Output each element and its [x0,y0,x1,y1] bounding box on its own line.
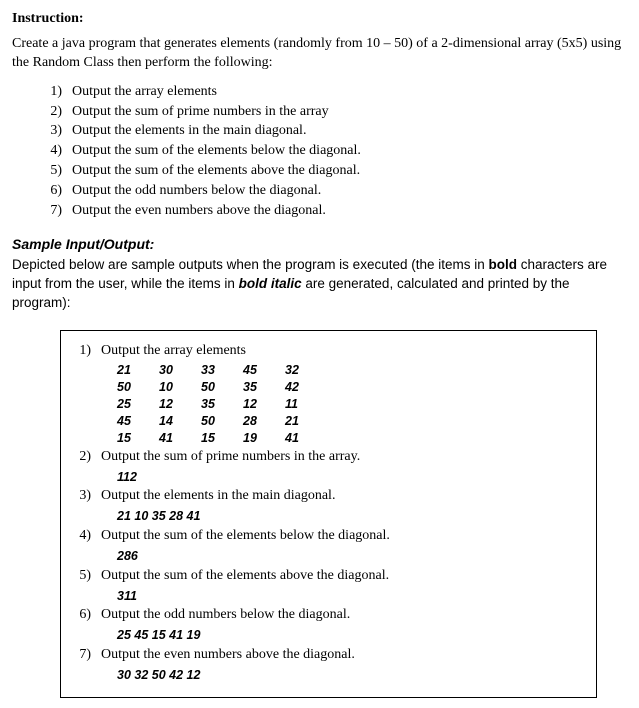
array-cell: 25 [117,396,159,413]
array-row: 15 41 15 19 41 [117,430,582,447]
result-below-sum: 286 [75,547,582,566]
list-item: 6) Output the odd numbers below the diago… [46,182,627,201]
result-odd-below: 25 45 15 41 19 [75,626,582,645]
list-number: 6) [46,182,62,201]
result-main-diagonal: 21 10 35 28 41 [75,507,582,526]
array-cell: 33 [201,362,243,379]
list-text: Output the sum of the elements above the… [72,162,360,181]
list-item: 3) Output the elements in the main diagon… [46,122,627,141]
result-even-above: 30 32 50 42 12 [75,666,582,685]
output-label: Output the array elements [101,342,246,361]
output-item: 1) Output the array elements [75,342,582,361]
list-number: 7) [46,202,62,221]
list-item: 4) Output the sum of the elements below t… [46,142,627,161]
array-cell: 19 [243,430,285,447]
output-number: 6) [75,606,91,625]
array-cell: 32 [285,362,327,379]
array-row: 50 10 50 35 42 [117,379,582,396]
array-cell: 41 [285,430,327,447]
list-item: 1) Output the array elements [46,83,627,102]
result-above-sum: 311 [75,587,582,606]
output-box: 1) Output the array elements 21 30 33 45… [60,330,597,697]
output-item: 5) Output the sum of the elements above … [75,567,582,586]
list-text: Output the elements in the main diagonal… [72,122,306,141]
output-number: 1) [75,342,91,361]
output-label: Output the odd numbers below the diagona… [101,606,350,625]
instruction-heading: Instruction: [12,10,627,29]
output-label: Output the elements in the main diagonal… [101,487,335,506]
result-prime-sum: 112 [75,468,582,487]
list-number: 5) [46,162,62,181]
array-cell: 50 [201,379,243,396]
array-cell: 35 [201,396,243,413]
array-cell: 42 [285,379,327,396]
instruction-intro: Create a java program that generates ele… [12,35,627,73]
array-row: 25 12 35 12 11 [117,396,582,413]
output-label: Output the sum of prime numbers in the a… [101,448,360,467]
list-text: Output the even numbers above the diagon… [72,202,326,221]
array-cell: 15 [117,430,159,447]
array-cell: 41 [159,430,201,447]
output-item: 3) Output the elements in the main diago… [75,487,582,506]
array-cell: 11 [285,396,327,413]
array-cell: 28 [243,413,285,430]
output-item: 4) Output the sum of the elements below … [75,527,582,546]
output-item: 6) Output the odd numbers below the diag… [75,606,582,625]
array-cell: 21 [117,362,159,379]
list-number: 3) [46,122,62,141]
array-cell: 15 [201,430,243,447]
output-label: Output the sum of the elements below the… [101,527,390,546]
sample-desc-bold: bold [489,257,518,272]
list-number: 4) [46,142,62,161]
list-text: Output the sum of the elements below the… [72,142,361,161]
list-number: 2) [46,103,62,122]
array-cell: 30 [159,362,201,379]
array-cell: 14 [159,413,201,430]
output-number: 2) [75,448,91,467]
array-cell: 10 [159,379,201,396]
sample-desc-text: Depicted below are sample outputs when t… [12,257,489,272]
array-row: 21 30 33 45 32 [117,362,582,379]
list-text: Output the odd numbers below the diagona… [72,182,321,201]
output-item: 2) Output the sum of prime numbers in th… [75,448,582,467]
instruction-list: 1) Output the array elements 2) Output the… [12,83,627,221]
sample-io-description: Depicted below are sample outputs when t… [12,256,627,313]
output-label: Output the even numbers above the diagon… [101,646,355,665]
list-text: Output the array elements [72,83,217,102]
array-cell: 12 [159,396,201,413]
list-text: Output the sum of prime numbers in the a… [72,103,329,122]
array-cell: 50 [117,379,159,396]
array-output: 21 30 33 45 32 50 10 50 35 42 25 12 35 1… [75,362,582,446]
array-cell: 45 [243,362,285,379]
list-number: 1) [46,83,62,102]
output-number: 4) [75,527,91,546]
sample-io-heading: Sample Input/Output: [12,235,627,254]
output-number: 7) [75,646,91,665]
array-cell: 45 [117,413,159,430]
array-cell: 12 [243,396,285,413]
sample-desc-bold-italic: bold italic [239,276,302,291]
array-cell: 21 [285,413,327,430]
output-item: 7) Output the even numbers above the dia… [75,646,582,665]
list-item: 5) Output the sum of the elements above t… [46,162,627,181]
output-number: 3) [75,487,91,506]
array-cell: 50 [201,413,243,430]
array-row: 45 14 50 28 21 [117,413,582,430]
array-cell: 35 [243,379,285,396]
list-item: 7) Output the even numbers above the diag… [46,202,627,221]
list-item: 2) Output the sum of prime numbers in the… [46,103,627,122]
output-number: 5) [75,567,91,586]
output-label: Output the sum of the elements above the… [101,567,389,586]
